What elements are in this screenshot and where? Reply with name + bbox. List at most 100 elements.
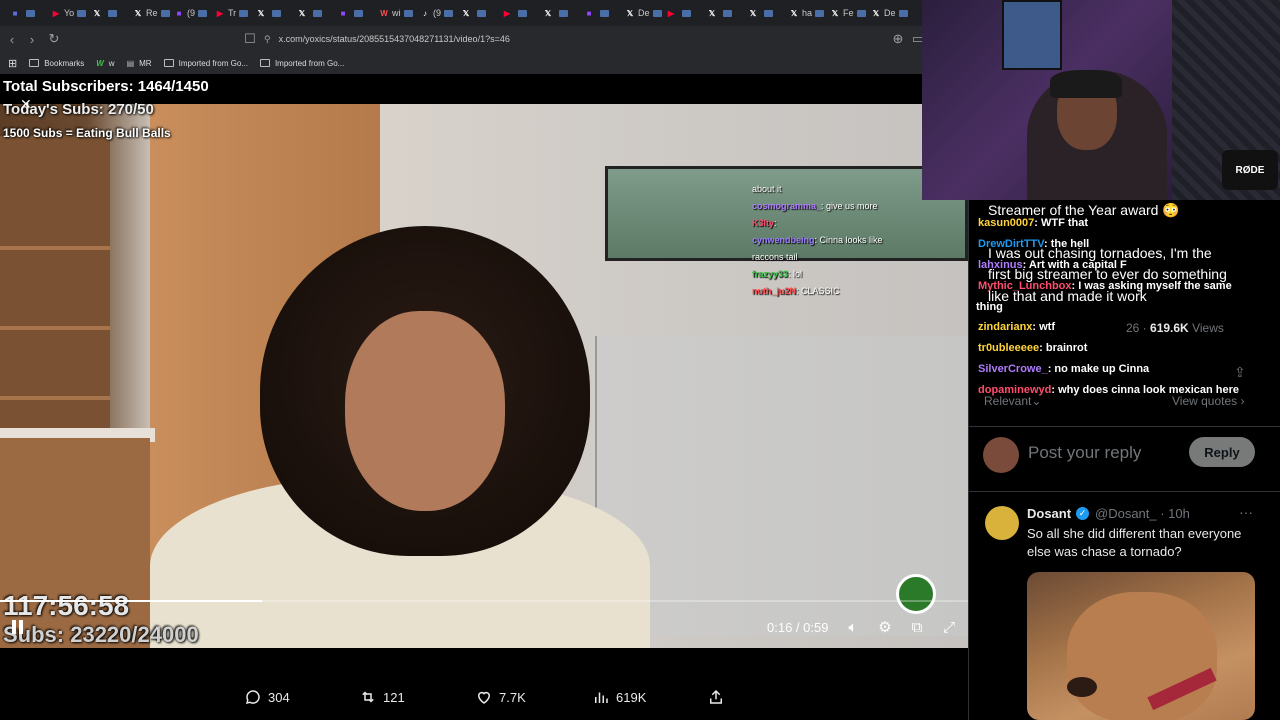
folder-icon	[29, 59, 40, 67]
browser-tab[interactable]: ■	[334, 2, 375, 24]
bookmark-mr[interactable]: ▤ MR	[127, 59, 152, 68]
x-icon: 𝕏	[544, 8, 552, 18]
bong-logo-icon	[896, 574, 936, 614]
browser-tab-label: (9	[187, 8, 196, 18]
x-icon: 𝕏	[872, 8, 880, 18]
chat-username: frazyy33	[752, 269, 789, 279]
apps-grid-icon[interactable]: ⊞	[8, 57, 17, 70]
reload-icon[interactable]: ↻	[44, 29, 64, 49]
side-chat-message: SilverCrowe_: no make up Cinna	[978, 363, 1149, 375]
close-icon[interactable]: ✕	[20, 96, 32, 113]
bookmark-star-icon[interactable]: ☐	[240, 29, 260, 49]
chat-username: SilverCrowe_	[978, 363, 1048, 375]
back-icon[interactable]: ‹	[2, 29, 22, 49]
sort-relevant-dropdown[interactable]: Relevant⌄	[984, 394, 1041, 408]
youtube-icon: ▶	[52, 8, 60, 18]
forward-icon[interactable]: ›	[22, 29, 42, 49]
chat-text: Streamer of the Year award 😳	[988, 202, 1180, 218]
tab-media-icon	[444, 9, 454, 17]
video-player[interactable]: Total Subscribers: 1464/1450 Today's Sub…	[0, 76, 968, 648]
video-time: 0:16 / 0:59	[767, 620, 829, 635]
reply-tweet[interactable]: Dosant ✓ @Dosant_ · 10h ··· So all she d…	[969, 494, 1280, 720]
browser-tab[interactable]: ▶	[662, 2, 703, 24]
reply-action[interactable]: 304	[244, 688, 290, 706]
folder-icon	[163, 59, 174, 67]
browser-tab[interactable]: 𝕏	[744, 2, 785, 24]
browser-tab[interactable]: ▶ Yo	[47, 2, 88, 24]
video-chat-message: cosmogramma_: give us more	[752, 198, 967, 215]
document-icon: ▤	[126, 58, 135, 68]
reply-input[interactable]: Post your reply	[1028, 443, 1141, 463]
webcam-wall-art	[1002, 0, 1062, 70]
browser-tab[interactable]: 𝕏 De	[621, 2, 662, 24]
browser-tab-label: ha	[802, 8, 813, 18]
browser-tab[interactable]: ■	[6, 2, 47, 24]
browser-tab[interactable]: 𝕏 Re	[129, 2, 170, 24]
volume-icon[interactable]: 🔈︎	[844, 618, 862, 636]
share-icon[interactable]: ⇪	[1234, 364, 1246, 381]
repost-action[interactable]: 121	[359, 688, 405, 706]
chat-username: K3lty	[752, 218, 775, 228]
settings-gear-icon[interactable]: ⚙	[876, 618, 894, 636]
chat-username: tr0ubleeeee	[978, 342, 1040, 354]
subs-counter: Subs: 23220/24000	[3, 622, 199, 647]
browser-tab[interactable]: 𝕏	[293, 2, 334, 24]
browser-tab-label: De	[638, 8, 650, 18]
video-chat-message: raccons tail	[752, 249, 967, 266]
picture-in-picture-icon[interactable]: ⧉	[908, 618, 926, 636]
streamer-webcam: RØDE	[922, 0, 1280, 200]
pause-icon[interactable]	[12, 620, 26, 636]
reply-text: So all she did different than everyone e…	[1027, 526, 1242, 559]
browser-tab-label: Re	[146, 8, 158, 18]
bookmark-imported-1[interactable]: Imported from Go...	[163, 59, 248, 68]
wikipedia-icon: W	[380, 8, 388, 18]
twitch-icon: ■	[340, 8, 346, 18]
tab-media-icon	[77, 9, 87, 17]
bookmark-w[interactable]: Ww	[96, 59, 114, 68]
browser-tab[interactable]: 𝕏 De	[867, 2, 908, 24]
views-action[interactable]: 619K	[592, 688, 646, 706]
share-action[interactable]	[707, 688, 725, 706]
browser-tab[interactable]: 𝕏	[703, 2, 744, 24]
view-quotes-link[interactable]: View quotes ›	[1172, 394, 1245, 408]
browser-tab[interactable]: 𝕏	[88, 2, 129, 24]
chat-username: kasun0007	[978, 217, 1035, 229]
bookmark-folder-bookmarks[interactable]: Bookmarks	[29, 59, 84, 68]
browser-tab[interactable]: ♪ (9	[416, 2, 457, 24]
chat-username: zindarianx	[978, 321, 1033, 333]
browser-tab[interactable]: ▶	[498, 2, 539, 24]
chat-text: :	[774, 218, 777, 228]
reply-button[interactable]: Reply	[1189, 437, 1255, 467]
tweet-views: 26 · 619.6K Views	[1126, 321, 1224, 335]
tab-media-icon	[108, 9, 117, 17]
browser-tab[interactable]: Wwi	[375, 2, 416, 24]
zoom-icon[interactable]: ⊕	[888, 29, 908, 49]
video-progress-bar[interactable]	[0, 600, 968, 602]
chat-text: : give us more	[821, 201, 878, 211]
side-chat-message: thing	[976, 301, 1003, 313]
browser-tab[interactable]: ▶ Tr	[211, 2, 252, 24]
browser-tab[interactable]: 𝕏	[457, 2, 498, 24]
browser-tab-label: De	[884, 8, 896, 18]
w-logo-icon: W	[96, 58, 104, 68]
browser-tab[interactable]: ■	[580, 2, 621, 24]
bookmark-imported-2[interactable]: Imported from Go...	[259, 59, 344, 68]
chat-text: : wtf	[1032, 321, 1056, 333]
site-info-icon[interactable]: ⚲	[264, 34, 271, 45]
reply-author-name[interactable]: Dosant	[1027, 506, 1071, 521]
reply-author-handle[interactable]: @Dosant_ · 10h	[1095, 506, 1190, 521]
like-action[interactable]: 7.7K	[475, 688, 526, 706]
fullscreen-icon[interactable]: ⤢	[940, 618, 958, 636]
tab-media-icon	[518, 9, 527, 17]
avatar[interactable]	[985, 506, 1019, 540]
more-options-icon[interactable]: ···	[1239, 504, 1253, 520]
video-chat-message: nuth_ju2N: CLASSIC	[752, 283, 967, 300]
browser-tab[interactable]: ■ (9	[170, 2, 211, 24]
reply-image[interactable]	[1027, 572, 1255, 720]
browser-tab[interactable]: 𝕏	[252, 2, 293, 24]
url-field[interactable]: ⚲ x.com/yoxics/status/208551543704827113…	[264, 29, 914, 49]
browser-tab[interactable]: 𝕏	[539, 2, 580, 24]
browser-tab[interactable]: 𝕏 Fe	[826, 2, 867, 24]
side-chat-message: zindarianx: wtf	[978, 321, 1055, 333]
browser-tab[interactable]: 𝕏ha	[785, 2, 826, 24]
